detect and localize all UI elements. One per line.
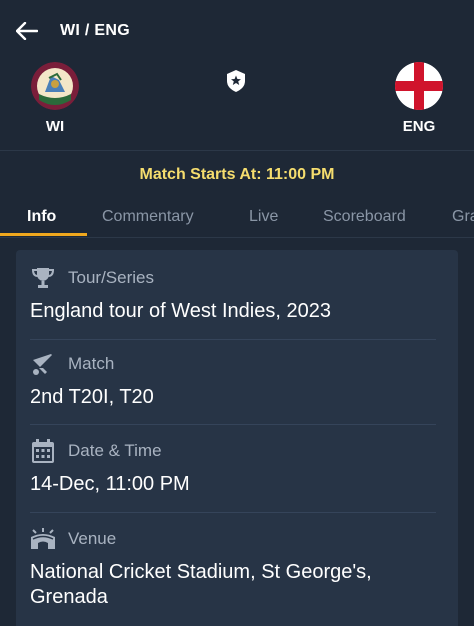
- divider: [0, 150, 474, 151]
- eng-flag-icon: [395, 62, 443, 110]
- tab-scoreboard[interactable]: Scoreboard: [323, 208, 406, 226]
- divider: [30, 512, 436, 513]
- series-value: England tour of West Indies, 2023: [30, 300, 331, 322]
- page-title: WI / ENG: [60, 22, 130, 39]
- divider: [30, 339, 436, 340]
- wi-flag-icon: [31, 62, 79, 110]
- tab-graphs[interactable]: Gra: [452, 208, 474, 226]
- series-label: Tour/Series: [68, 268, 154, 287]
- favorite-star-icon[interactable]: [224, 69, 248, 93]
- match-section: Match 2nd T20I, T20: [30, 350, 450, 410]
- top-bar: WI / ENG: [0, 0, 474, 62]
- stadium-icon: [30, 526, 56, 552]
- tab-bar: Info Commentary Live Scoreboard Gra: [0, 196, 474, 238]
- datetime-label: Date & Time: [68, 441, 162, 460]
- divider: [30, 424, 436, 425]
- tab-commentary[interactable]: Commentary: [102, 208, 194, 226]
- venue-section: Venue National Cricket Stadium, St Georg…: [30, 525, 450, 610]
- active-tab-indicator: [0, 233, 87, 236]
- tab-live[interactable]: Live: [249, 208, 278, 226]
- team-away-abbr: ENG: [402, 118, 436, 135]
- series-section: Tour/Series England tour of West Indies,…: [30, 264, 450, 324]
- match-start-time: Match Starts At: 11:00 PM: [139, 166, 335, 183]
- venue-value-line1: National Cricket Stadium, St George's,: [30, 561, 372, 583]
- venue-label: Venue: [68, 529, 117, 548]
- cricket-bat-icon: [30, 351, 56, 377]
- trophy-icon: [30, 265, 56, 291]
- datetime-section: Date & Time 14-Dec, 11:00 PM: [30, 437, 450, 497]
- team-home[interactable]: WI: [25, 62, 85, 135]
- match-label: Match: [68, 354, 115, 373]
- venue-value: National Cricket Stadium, St George's, G…: [30, 560, 450, 610]
- team-away[interactable]: ENG: [389, 62, 449, 135]
- calendar-icon: [30, 438, 56, 464]
- team-home-abbr: WI: [45, 118, 65, 135]
- tab-info[interactable]: Info: [27, 208, 56, 226]
- datetime-value: 14-Dec, 11:00 PM: [30, 473, 190, 495]
- match-info-card: Tour/Series England tour of West Indies,…: [16, 250, 458, 626]
- match-value: 2nd T20I, T20: [30, 386, 154, 408]
- venue-value-line2: Grenada: [30, 586, 108, 608]
- back-arrow-icon[interactable]: [12, 16, 42, 46]
